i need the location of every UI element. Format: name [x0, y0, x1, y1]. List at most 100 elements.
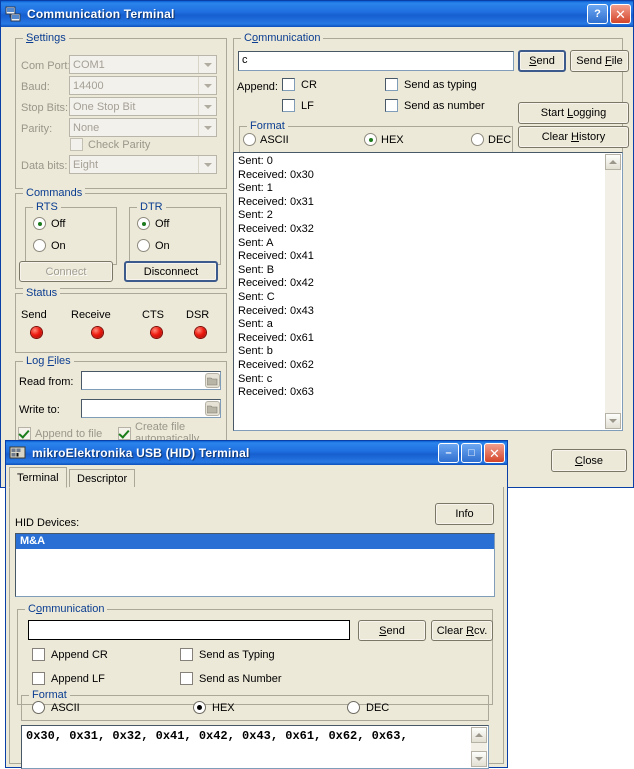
hid-format-ascii-radio[interactable] [32, 701, 45, 714]
read-from-browse-icon[interactable] [205, 373, 220, 388]
send-button[interactable]: Send [518, 50, 566, 72]
append-lf-checkbox[interactable] [282, 99, 295, 112]
hid-append-lf-checkbox[interactable] [32, 672, 45, 685]
rts-on-label: On [51, 240, 66, 252]
hid-devices-listbox[interactable]: M&A [15, 533, 495, 597]
check-parity-checkbox[interactable] [70, 138, 83, 151]
close-window-button[interactable]: ✕ [610, 4, 631, 24]
send-as-typing-label: Send as typing [404, 79, 477, 91]
minimize-icon: – [445, 447, 452, 459]
clear-history-button[interactable]: Clear History [518, 126, 629, 148]
hid-send-as-number-checkbox[interactable] [180, 672, 193, 685]
status-cts-led [151, 327, 162, 338]
hid-append-cr-checkbox[interactable] [32, 648, 45, 661]
disconnect-button[interactable]: Disconnect [124, 261, 218, 282]
comm-log-text: Sent: 0 Received: 0x30 Sent: 1 Received:… [238, 155, 314, 399]
list-item[interactable]: M&A [16, 534, 494, 549]
comm-log-scrollbar[interactable] [605, 154, 621, 429]
baud-combo[interactable]: 14400 [69, 76, 217, 95]
rts-on-radio[interactable] [33, 239, 46, 252]
comm-log-area[interactable]: Sent: 0 Received: 0x30 Sent: 1 Received:… [233, 152, 623, 431]
close-button[interactable]: Close [551, 449, 627, 472]
hid-send-input[interactable] [28, 620, 350, 640]
scroll-up-icon[interactable] [471, 727, 487, 743]
status-caption: Status [23, 287, 61, 299]
hid-send-as-typing-checkbox[interactable] [180, 648, 193, 661]
append-label: Append: [237, 81, 278, 93]
chevron-down-icon[interactable] [198, 156, 216, 173]
format-hex-radio[interactable] [364, 133, 377, 146]
chevron-down-icon[interactable] [198, 119, 216, 136]
scroll-up-icon[interactable] [605, 154, 621, 170]
stop-bits-combo[interactable]: One Stop Bit [69, 97, 217, 116]
hid-send-as-typing-label: Send as Typing [199, 649, 275, 661]
data-bits-combo[interactable]: Eight [69, 155, 217, 174]
append-lf-label: LF [301, 100, 314, 112]
status-receive-label: Receive [71, 309, 111, 321]
chevron-down-icon[interactable] [198, 56, 216, 73]
hid-devices-label: HID Devices: [15, 517, 80, 529]
maximize-icon: □ [468, 447, 475, 459]
comm-send-input[interactable]: c [238, 51, 514, 71]
comm-group-caption: Communication [241, 32, 324, 44]
tab-descriptor[interactable]: Descriptor [69, 469, 135, 488]
tab-terminal-label: Terminal [17, 471, 59, 484]
chevron-down-icon[interactable] [198, 98, 216, 115]
close-label: Close [574, 454, 604, 467]
baud-label: Baud: [21, 81, 50, 93]
read-from-input[interactable] [81, 371, 221, 390]
send-file-button[interactable]: Send File [570, 50, 629, 72]
hid-received-scrollbar[interactable] [471, 727, 487, 767]
hid-received-area[interactable]: 0x30, 0x31, 0x32, 0x41, 0x42, 0x43, 0x61… [21, 725, 489, 769]
send-as-typing-checkbox[interactable] [385, 78, 398, 91]
format-dec-radio[interactable] [471, 133, 484, 146]
check-parity-label: Check Parity [88, 139, 151, 151]
tab-descriptor-label: Descriptor [77, 473, 128, 485]
chevron-down-icon[interactable] [198, 77, 216, 94]
connect-button[interactable]: Connect [19, 261, 113, 282]
hid-format-hex-radio[interactable] [193, 701, 206, 714]
comm-titlebar[interactable]: Communication Terminal ? ✕ [1, 1, 633, 27]
rts-off-radio[interactable] [33, 217, 46, 230]
hid-clear-rcv-button[interactable]: Clear Rcv. [431, 620, 493, 641]
send-as-number-checkbox[interactable] [385, 99, 398, 112]
status-send-label: Send [21, 309, 47, 321]
append-cr-checkbox[interactable] [282, 78, 295, 91]
hid-send-button[interactable]: Send [358, 620, 426, 641]
tab-terminal[interactable]: Terminal [9, 467, 67, 488]
hid-clear-rcv-label: Clear Rcv. [436, 624, 488, 637]
hid-format-dec-radio[interactable] [347, 701, 360, 714]
comm-title: Communication Terminal [27, 7, 175, 21]
start-logging-button[interactable]: Start Logging [518, 102, 629, 124]
status-cts-label: CTS [142, 309, 164, 321]
read-from-label: Read from: [19, 376, 74, 388]
settings-caption: Settings [23, 32, 69, 44]
hid-format-group: Format [21, 689, 489, 721]
format-dec-label: DEC [488, 134, 512, 146]
parity-combo[interactable]: None [69, 118, 217, 137]
info-button[interactable]: Info [435, 503, 494, 525]
parity-value: None [73, 121, 100, 134]
create-file-automatically-checkbox[interactable] [118, 427, 131, 440]
dtr-off-radio[interactable] [137, 217, 150, 230]
close-window-button[interactable]: ✕ [484, 443, 505, 463]
format-caption: Format [247, 120, 288, 132]
write-to-input[interactable] [81, 399, 221, 418]
scroll-down-icon[interactable] [605, 413, 621, 429]
hid-comm-caption: Communication [25, 603, 108, 615]
hid-format-dec-label: DEC [366, 702, 390, 714]
dtr-on-radio[interactable] [137, 239, 150, 252]
communication-terminal-window: Communication Terminal ? ✕ Settings Com … [0, 0, 634, 488]
write-to-browse-icon[interactable] [205, 401, 220, 416]
help-button[interactable]: ? [587, 4, 608, 24]
hid-titlebar[interactable]: mikroElektronika USB (HID) Terminal – □ … [6, 441, 507, 465]
append-to-file-checkbox[interactable] [18, 427, 31, 440]
append-to-file-label: Append to file [35, 428, 103, 440]
commands-caption: Commands [23, 187, 86, 199]
scroll-down-icon[interactable] [471, 751, 487, 767]
minimize-button[interactable]: – [438, 443, 459, 463]
format-ascii-radio[interactable] [243, 133, 256, 146]
com-port-combo[interactable]: COM1 [69, 55, 217, 74]
maximize-button[interactable]: □ [461, 443, 482, 463]
comm-client-area: Settings Com Port: COM1 Baud: 14400 Stop… [1, 27, 633, 487]
